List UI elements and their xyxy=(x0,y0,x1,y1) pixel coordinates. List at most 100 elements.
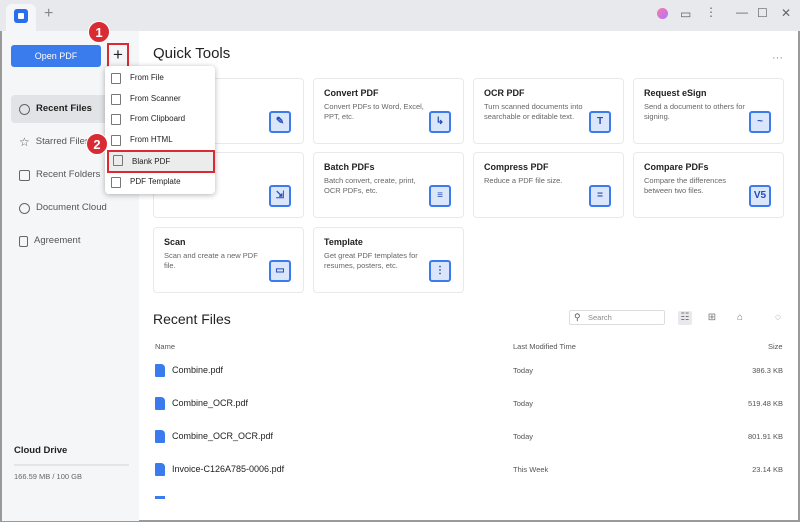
file-modified: This Week xyxy=(513,465,549,474)
folder-icon xyxy=(19,169,30,181)
sidebar-item-agreement[interactable]: Agreement xyxy=(11,227,139,255)
step-badge-1: 1 xyxy=(88,21,110,43)
file-size: 386.3 KB xyxy=(752,366,783,375)
trash-icon[interactable]: ⌂ xyxy=(733,311,747,325)
file-row[interactable]: Combine_OCR_OCR.pdf Today 801.91 KB xyxy=(153,427,785,447)
column-name[interactable]: Name xyxy=(155,342,175,351)
esign-icon: ~ xyxy=(749,111,771,133)
tool-card[interactable]: Compress PDF Reduce a PDF file size. = xyxy=(473,152,624,218)
tool-title: OCR PDF xyxy=(484,88,525,98)
menu-item-from-scanner[interactable]: From Scanner xyxy=(105,89,215,109)
minimize-icon[interactable]: — xyxy=(736,5,748,19)
new-tab-button[interactable]: + xyxy=(44,5,53,23)
quick-tools-title: Quick Tools xyxy=(153,45,231,62)
menu-item-from-html[interactable]: From HTML xyxy=(105,130,215,150)
list-view-icon[interactable]: ☷ xyxy=(678,311,692,325)
scanner-icon xyxy=(111,94,121,105)
more-options-button[interactable]: ··· xyxy=(772,52,783,64)
tool-description: Scan and create a new PDF file. xyxy=(164,251,258,270)
pdf-file-icon xyxy=(155,430,165,443)
cloud-icon xyxy=(19,202,30,214)
tool-card[interactable]: Request eSign Send a document to others f… xyxy=(633,78,784,144)
tool-card[interactable]: Compare PDFs Compare the differences betw… xyxy=(633,152,784,218)
open-pdf-button[interactable]: Open PDF xyxy=(11,45,101,67)
pdf-file-icon xyxy=(155,364,165,377)
tool-description: Turn scanned documents into searchable o… xyxy=(484,102,583,121)
ocr-icon: T xyxy=(589,111,611,133)
menu-item-pdf-template[interactable]: PDF Template xyxy=(105,172,215,192)
tool-card[interactable]: Template Get great PDF templates for resu… xyxy=(313,227,464,293)
file-size: 519.48 KB xyxy=(747,399,783,408)
combine-icon: ⇲ xyxy=(269,185,291,207)
grid-view-icon[interactable]: ⊞ xyxy=(705,311,719,325)
tool-title: Template xyxy=(324,237,363,247)
step-badge-2: 2 xyxy=(86,133,108,155)
compare-icon: V5 xyxy=(749,185,771,207)
file-name: Combine.pdf xyxy=(172,365,224,375)
column-size[interactable]: Size xyxy=(768,342,783,351)
add-button[interactable]: + xyxy=(107,43,129,68)
tool-description: Send a document to others for signing. xyxy=(644,102,745,121)
menu-item-from-clipboard[interactable]: From Clipboard xyxy=(105,109,215,129)
file-row[interactable]: Combine.pdf Today 386.3 KB xyxy=(153,361,785,381)
template-icon xyxy=(111,177,121,188)
file-modified: Today xyxy=(513,399,534,408)
batch-icon: ≡ xyxy=(429,185,451,207)
pdf-file-icon xyxy=(155,397,165,410)
tool-description: Batch convert, create, print, OCR PDFs, … xyxy=(324,176,416,195)
close-icon[interactable]: ✕ xyxy=(781,6,791,20)
scan-icon: ▭ xyxy=(269,260,291,282)
tool-description: Convert PDFs to Word, Excel, PPT, etc. xyxy=(324,102,424,121)
home-tab[interactable] xyxy=(6,4,36,31)
maximize-icon[interactable]: ☐ xyxy=(757,6,768,20)
feedback-icon[interactable]: ▭ xyxy=(680,7,691,21)
html-icon xyxy=(111,135,121,146)
compress-icon: = xyxy=(589,185,611,207)
tool-card[interactable]: Scan Scan and create a new PDF file. ▭ xyxy=(153,227,304,293)
tool-description: Reduce a PDF file size. xyxy=(484,176,563,185)
recent-files-title: Recent Files xyxy=(153,311,231,327)
blank-page-icon xyxy=(113,155,123,166)
agreement-icon xyxy=(19,235,28,247)
app-logo-icon xyxy=(14,9,28,23)
tool-title: Convert PDF xyxy=(324,88,379,98)
search-input[interactable]: Search xyxy=(569,310,665,325)
column-modified[interactable]: Last Modified Time xyxy=(513,342,576,351)
file-name: Invoice-C126A785-0006.pdf xyxy=(172,464,285,474)
tool-title: Compare PDFs xyxy=(644,162,709,172)
star-icon: ☆ xyxy=(19,135,30,149)
tool-card[interactable]: Convert PDF Convert PDFs to Word, Excel, … xyxy=(313,78,464,144)
avatar-icon[interactable] xyxy=(657,8,668,19)
clipboard-icon xyxy=(111,114,121,125)
file-size: 801.91 KB xyxy=(747,432,783,441)
clock-icon xyxy=(19,103,30,115)
file-name: Combine_OCR.pdf xyxy=(172,398,249,408)
tool-description: Compare the differences between two file… xyxy=(644,176,726,195)
pdf-file-icon xyxy=(155,463,165,476)
file-size: 23.14 KB xyxy=(752,465,783,474)
tool-card[interactable]: Batch PDFs Batch convert, create, print, … xyxy=(313,152,464,218)
menu-item-blank-pdf[interactable]: Blank PDF xyxy=(107,150,215,173)
more-vert-icon[interactable]: ⋮ xyxy=(705,5,717,19)
tool-card[interactable]: OCR PDF Turn scanned documents into searc… xyxy=(473,78,624,144)
file-row[interactable]: Combine_OCR.pdf Today 519.48 KB xyxy=(153,394,785,414)
title-bar: + ▭ ⋮ — ☐ ✕ xyxy=(0,0,800,31)
create-menu: From File From Scanner From Clipboard Fr… xyxy=(105,66,215,194)
cloud-drive-title: Cloud Drive xyxy=(14,445,68,456)
file-modified: Today xyxy=(513,432,534,441)
file-name: Combine_OCR_OCR.pdf xyxy=(172,431,274,441)
tool-title: Request eSign xyxy=(644,88,707,98)
file-modified: Today xyxy=(513,366,534,375)
tool-title: Scan xyxy=(164,237,186,247)
refresh-icon[interactable]: ◌ xyxy=(771,311,785,325)
cloud-usage-bar xyxy=(14,464,129,466)
file-row[interactable]: Invoice-C126A785-0006.pdf This Week 23.14 … xyxy=(153,460,785,480)
template-icon: ⋮ xyxy=(429,260,451,282)
tool-title: Batch PDFs xyxy=(324,162,375,172)
sidebar-item-document-cloud[interactable]: Document Cloud xyxy=(11,194,139,222)
cloud-usage: 166.59 MB / 100 GB xyxy=(14,472,82,481)
folder-icon xyxy=(111,73,121,84)
menu-item-from-file[interactable]: From File xyxy=(105,68,215,88)
convert-icon: ↳ xyxy=(429,111,451,133)
tool-description: Get great PDF templates for resumes, pos… xyxy=(324,251,418,270)
